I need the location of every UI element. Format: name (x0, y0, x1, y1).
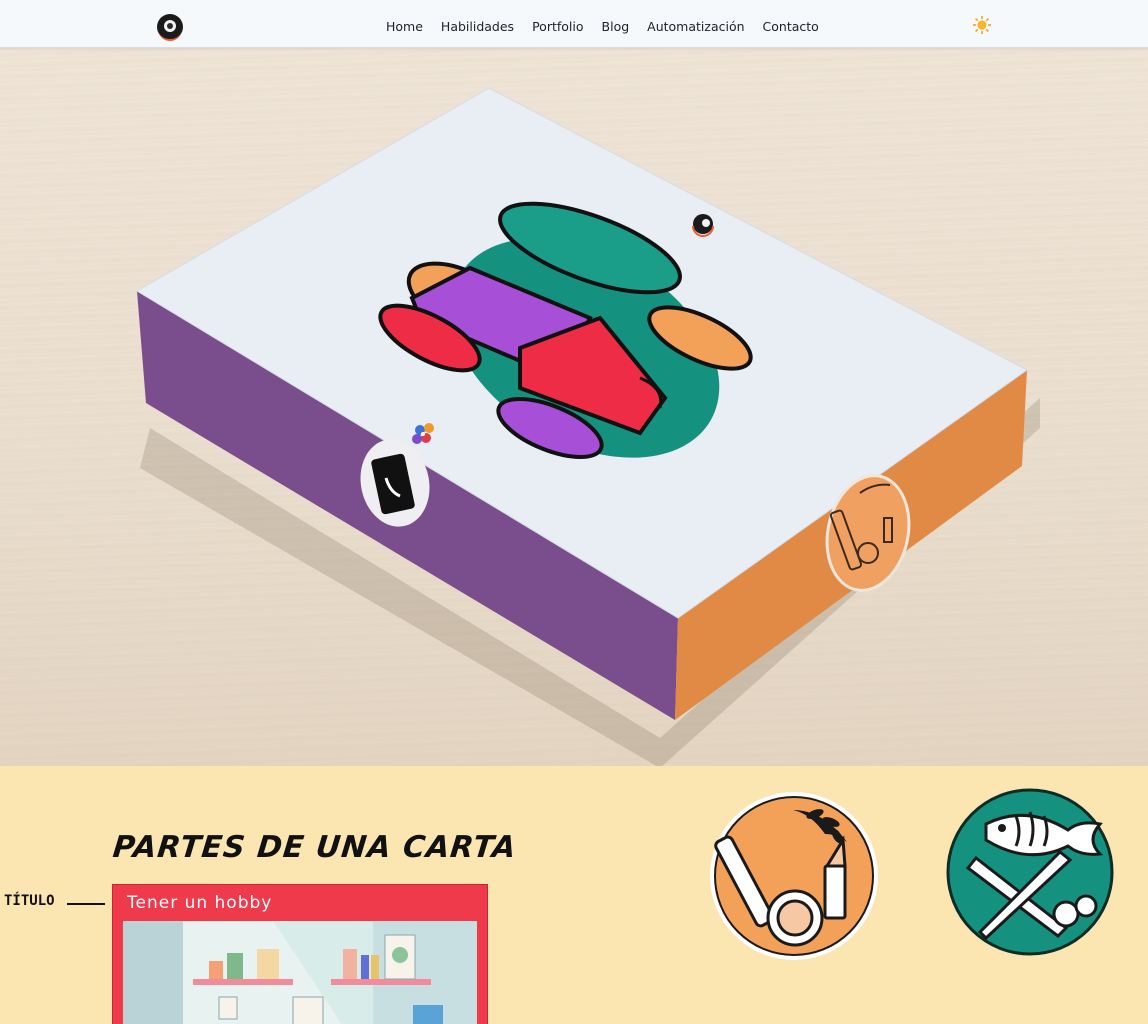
nav-contacto[interactable]: Contacto (763, 19, 819, 34)
example-card: Tener un hobby (112, 884, 488, 1024)
beauty-comb-lipstick-icon (710, 792, 878, 960)
nav-blog[interactable]: Blog (602, 19, 630, 34)
top-navbar: Home Habilidades Portfolio Blog Automati… (0, 0, 1148, 48)
fish-fork-knife-icon (946, 788, 1114, 956)
nav-portfolio[interactable]: Portfolio (532, 19, 583, 34)
box-logo-small-icon (692, 214, 714, 237)
titulo-pointer-line (67, 903, 105, 905)
card-illustration (123, 921, 477, 1024)
nav-automatizacion[interactable]: Automatización (647, 19, 744, 34)
nav-home[interactable]: Home (386, 19, 423, 34)
partes-carta-section: PARTES DE UNA CARTA TÍTULO Tener un hobb… (0, 766, 1148, 1024)
shelf-illustration (123, 921, 477, 1024)
sun-icon[interactable] (972, 15, 992, 35)
product-box-mockup (136, 87, 1040, 766)
logo-eye-icon[interactable] (154, 11, 186, 43)
main-nav: Home Habilidades Portfolio Blog Automati… (386, 19, 819, 34)
nav-habilidades[interactable]: Habilidades (441, 19, 514, 34)
titulo-label: TÍTULO (4, 893, 55, 909)
section-title: PARTES DE UNA CARTA (111, 830, 519, 865)
card-title: Tener un hobby (127, 893, 273, 913)
hero-banner (0, 48, 1148, 766)
